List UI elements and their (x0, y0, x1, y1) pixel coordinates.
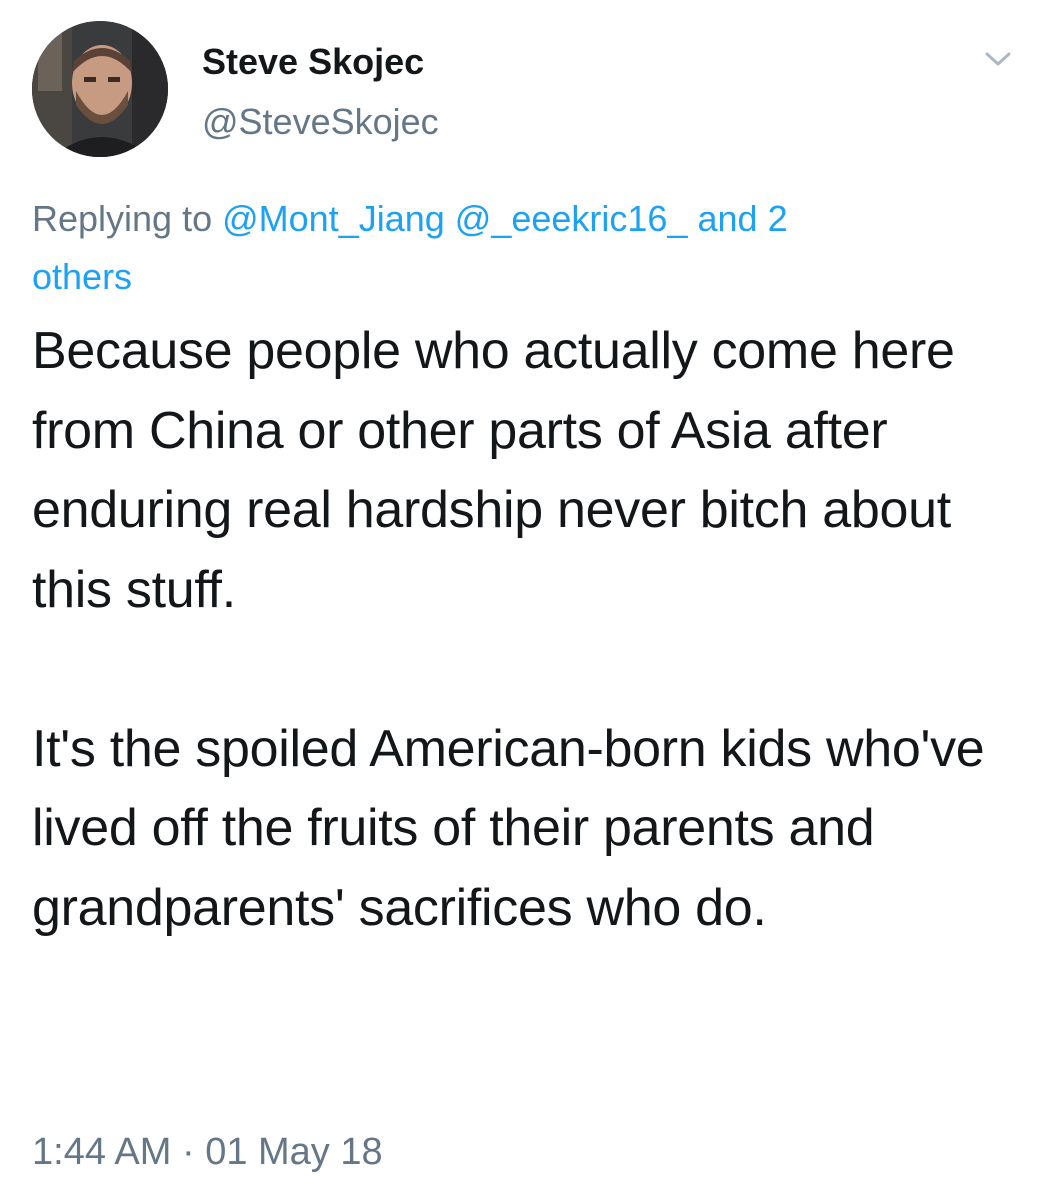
author-display-name[interactable]: Steve Skojec (202, 40, 424, 84)
reply-mention-mont-jiang[interactable]: @Mont_Jiang (222, 198, 445, 239)
tweet-paragraph: It's the spoiled American-born kids who'… (32, 719, 985, 937)
author-handle[interactable]: @SteveSkojec (202, 100, 439, 144)
chevron-down-icon (985, 52, 1011, 66)
reply-others: others (32, 256, 133, 297)
tweet-paragraph: Because people who actually come here fr… (32, 322, 955, 619)
reply-context: Replying to @Mont_Jiang @_eeekric16_ and… (32, 190, 992, 306)
tweet-card: Steve Skojec @SteveSkojec Replying to @M… (0, 0, 1039, 1200)
tweet-body: Because people who actually come here fr… (32, 312, 1012, 948)
user-avatar[interactable] (32, 21, 168, 157)
tweet-menu-button[interactable] (980, 44, 1016, 74)
reply-prefix: Replying to (32, 198, 223, 239)
tweet-timestamp[interactable]: 1:44 AM · 01 May 18 (32, 1128, 383, 1176)
reply-connector: and 2 (697, 198, 788, 239)
avatar-photo-icon (32, 21, 168, 157)
reply-mention-eeekric16[interactable]: @_eeekric16_ (455, 198, 688, 239)
